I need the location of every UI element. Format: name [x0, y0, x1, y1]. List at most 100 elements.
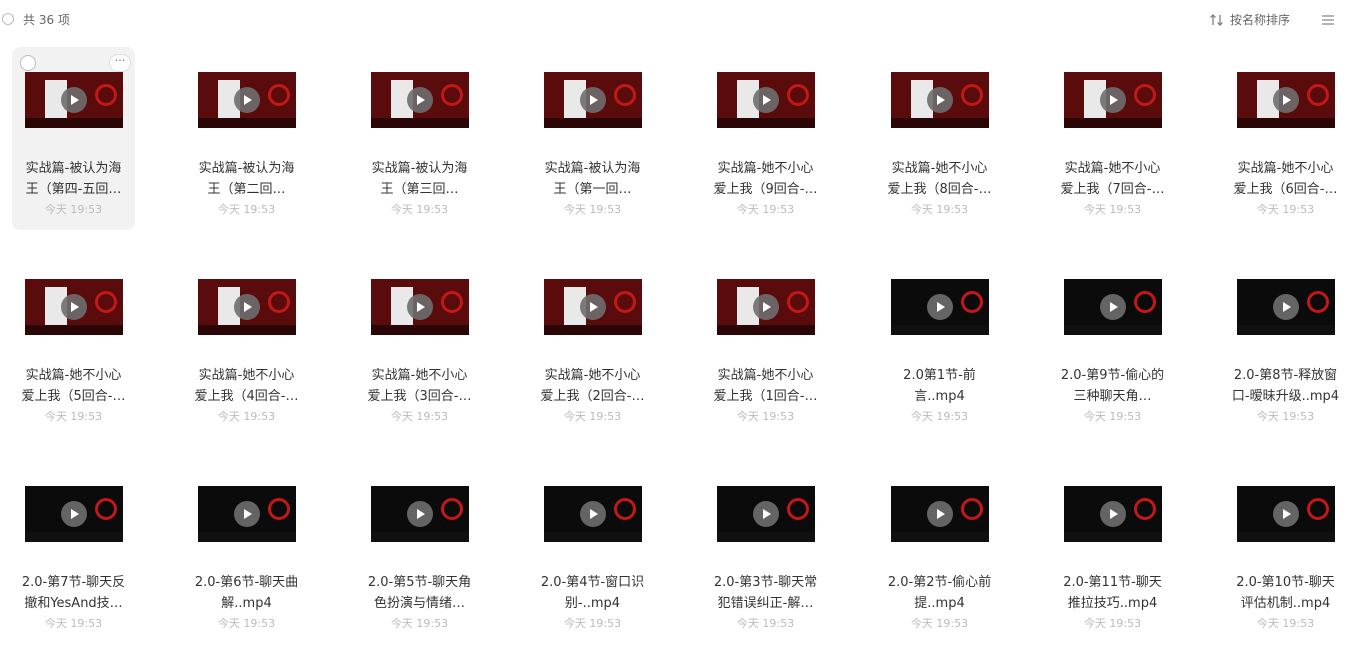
- file-card[interactable]: 2.0-第5节-聊天角 色扮演与情绪… 今天 19:53: [358, 461, 481, 644]
- play-icon[interactable]: [753, 501, 779, 527]
- play-icon[interactable]: [580, 87, 606, 113]
- file-name-line: 言..mp4: [914, 389, 965, 404]
- file-card[interactable]: 实战篇-被认为海 王（第一回… 今天 19:53: [531, 47, 654, 230]
- play-icon[interactable]: [234, 87, 260, 113]
- video-thumbnail[interactable]: [717, 279, 815, 335]
- file-card[interactable]: 2.0-第7节-聊天反 撤和YesAnd技… 今天 19:53: [12, 461, 135, 644]
- file-card[interactable]: 实战篇-她不小心 爱上我（6回合-… 今天 19:53: [1224, 47, 1347, 230]
- play-icon[interactable]: [1100, 294, 1126, 320]
- video-thumbnail[interactable]: [25, 72, 123, 128]
- file-time: 今天 19:53: [44, 203, 103, 216]
- play-icon[interactable]: [753, 294, 779, 320]
- file-name: 实战篇-她不小心 爱上我（6回合-…: [1224, 158, 1347, 200]
- video-thumbnail[interactable]: [371, 486, 469, 542]
- play-icon[interactable]: [1273, 294, 1299, 320]
- item-count: 共 36 项: [23, 13, 70, 27]
- file-name-line: 王（第二回…: [207, 182, 286, 197]
- video-thumbnail[interactable]: [717, 486, 815, 542]
- video-thumbnail[interactable]: [1064, 279, 1162, 335]
- file-card[interactable]: 2.0-第11节-聊天 推拉技巧..mp4 今天 19:53: [1051, 461, 1174, 644]
- more-options-button[interactable]: ···: [109, 54, 131, 72]
- file-card[interactable]: 2.0-第10节-聊天 评估机制..mp4 今天 19:53: [1224, 461, 1347, 644]
- video-thumbnail[interactable]: [198, 486, 296, 542]
- file-card[interactable]: 2.0第1节-前 言..mp4 今天 19:53: [878, 254, 1001, 437]
- file-card[interactable]: 实战篇-被认为海 王（第二回… 今天 19:53: [185, 47, 308, 230]
- play-icon[interactable]: [407, 87, 433, 113]
- video-thumbnail[interactable]: [1237, 279, 1335, 335]
- play-icon[interactable]: [1100, 501, 1126, 527]
- file-card[interactable]: 实战篇-她不小心 爱上我（2回合-… 今天 19:53: [531, 254, 654, 437]
- thumbnail-swirl: [1134, 291, 1156, 313]
- video-thumbnail[interactable]: [717, 72, 815, 128]
- file-card[interactable]: 实战篇-她不小心 爱上我（5回合-… 今天 19:53: [12, 254, 135, 437]
- play-icon[interactable]: [1273, 87, 1299, 113]
- play-icon[interactable]: [61, 87, 87, 113]
- play-icon[interactable]: [753, 87, 779, 113]
- video-thumbnail[interactable]: [891, 72, 989, 128]
- file-card[interactable]: 实战篇-她不小心 爱上我（9回合-… 今天 19:53: [704, 47, 827, 230]
- card-checkbox[interactable]: [20, 55, 36, 71]
- file-card[interactable]: 2.0-第3节-聊天常 犯错误纠正-解… 今天 19:53: [704, 461, 827, 644]
- file-name-line: 爱上我（6回合-…: [1233, 182, 1338, 197]
- thumbnail-band: [891, 118, 989, 128]
- file-name-line: 实战篇-被认为海: [198, 161, 295, 176]
- video-thumbnail[interactable]: [1064, 72, 1162, 128]
- video-thumbnail[interactable]: [891, 486, 989, 542]
- file-name-line: 爱上我（9回合-…: [713, 182, 818, 197]
- play-icon[interactable]: [234, 501, 260, 527]
- play-icon[interactable]: [407, 294, 433, 320]
- thumbnail-band: [371, 325, 469, 335]
- file-card[interactable]: 实战篇-她不小心 爱上我（8回合-… 今天 19:53: [878, 47, 1001, 230]
- thumbnail-swirl: [441, 291, 463, 313]
- list-view-icon[interactable]: [1320, 13, 1336, 27]
- file-card[interactable]: 2.0-第9节-偷心的 三种聊天角… 今天 19:53: [1051, 254, 1174, 437]
- sort-button[interactable]: 按名称排序: [1209, 12, 1290, 28]
- video-thumbnail[interactable]: [371, 72, 469, 128]
- play-icon[interactable]: [61, 501, 87, 527]
- play-icon[interactable]: [927, 501, 953, 527]
- video-thumbnail[interactable]: [1237, 486, 1335, 542]
- video-thumbnail[interactable]: [1064, 486, 1162, 542]
- play-icon[interactable]: [407, 501, 433, 527]
- file-name-line: 犯错误纠正-解…: [717, 596, 814, 611]
- file-card[interactable]: 实战篇-她不小心 爱上我（3回合-… 今天 19:53: [358, 254, 481, 437]
- file-card[interactable]: 2.0-第4节-窗口识 别-..mp4 今天 19:53: [531, 461, 654, 644]
- play-icon[interactable]: [1273, 501, 1299, 527]
- video-thumbnail[interactable]: [1237, 72, 1335, 128]
- file-name: 实战篇-被认为海 王（第三回…: [358, 158, 481, 200]
- file-time: 今天 19:53: [1083, 410, 1142, 423]
- video-thumbnail[interactable]: [25, 279, 123, 335]
- file-name: 2.0-第2节-偷心前 提..mp4: [878, 572, 1001, 614]
- file-card[interactable]: 2.0-第8节-释放窗 口-暧昧升级..mp4 今天 19:53: [1224, 254, 1347, 437]
- file-card[interactable]: 2.0-第2节-偷心前 提..mp4 今天 19:53: [878, 461, 1001, 644]
- file-time: 今天 19:53: [1256, 203, 1315, 216]
- play-icon[interactable]: [1100, 87, 1126, 113]
- play-icon[interactable]: [927, 294, 953, 320]
- video-thumbnail[interactable]: [198, 72, 296, 128]
- file-name: 2.0-第3节-聊天常 犯错误纠正-解…: [704, 572, 827, 614]
- play-icon[interactable]: [927, 87, 953, 113]
- file-card[interactable]: 实战篇-被认为海 王（第三回… 今天 19:53: [358, 47, 481, 230]
- video-thumbnail[interactable]: [371, 279, 469, 335]
- play-icon[interactable]: [61, 294, 87, 320]
- play-icon[interactable]: [580, 501, 606, 527]
- file-card[interactable]: ··· 实战篇-被认为海 王（第四-五回… 今天 19:53: [12, 47, 135, 230]
- file-time: 今天 19:53: [390, 410, 449, 423]
- file-time: 今天 19:53: [44, 617, 103, 630]
- play-icon[interactable]: [580, 294, 606, 320]
- file-card[interactable]: 实战篇-她不小心 爱上我（4回合-… 今天 19:53: [185, 254, 308, 437]
- file-card[interactable]: 实战篇-她不小心 爱上我（1回合-… 今天 19:53: [704, 254, 827, 437]
- video-thumbnail[interactable]: [198, 279, 296, 335]
- video-thumbnail[interactable]: [544, 72, 642, 128]
- video-thumbnail[interactable]: [544, 279, 642, 335]
- video-thumbnail[interactable]: [891, 279, 989, 335]
- file-card[interactable]: 2.0-第6节-聊天曲 解..mp4 今天 19:53: [185, 461, 308, 644]
- file-name-line: 2.0-第9节-偷心的: [1060, 368, 1165, 383]
- thumbnail-swirl: [961, 84, 983, 106]
- video-thumbnail[interactable]: [544, 486, 642, 542]
- video-thumbnail[interactable]: [25, 486, 123, 542]
- file-card[interactable]: 实战篇-她不小心 爱上我（7回合-… 今天 19:53: [1051, 47, 1174, 230]
- thumbnail-band: [1237, 118, 1335, 128]
- select-all-checkbox[interactable]: [2, 13, 14, 25]
- play-icon[interactable]: [234, 294, 260, 320]
